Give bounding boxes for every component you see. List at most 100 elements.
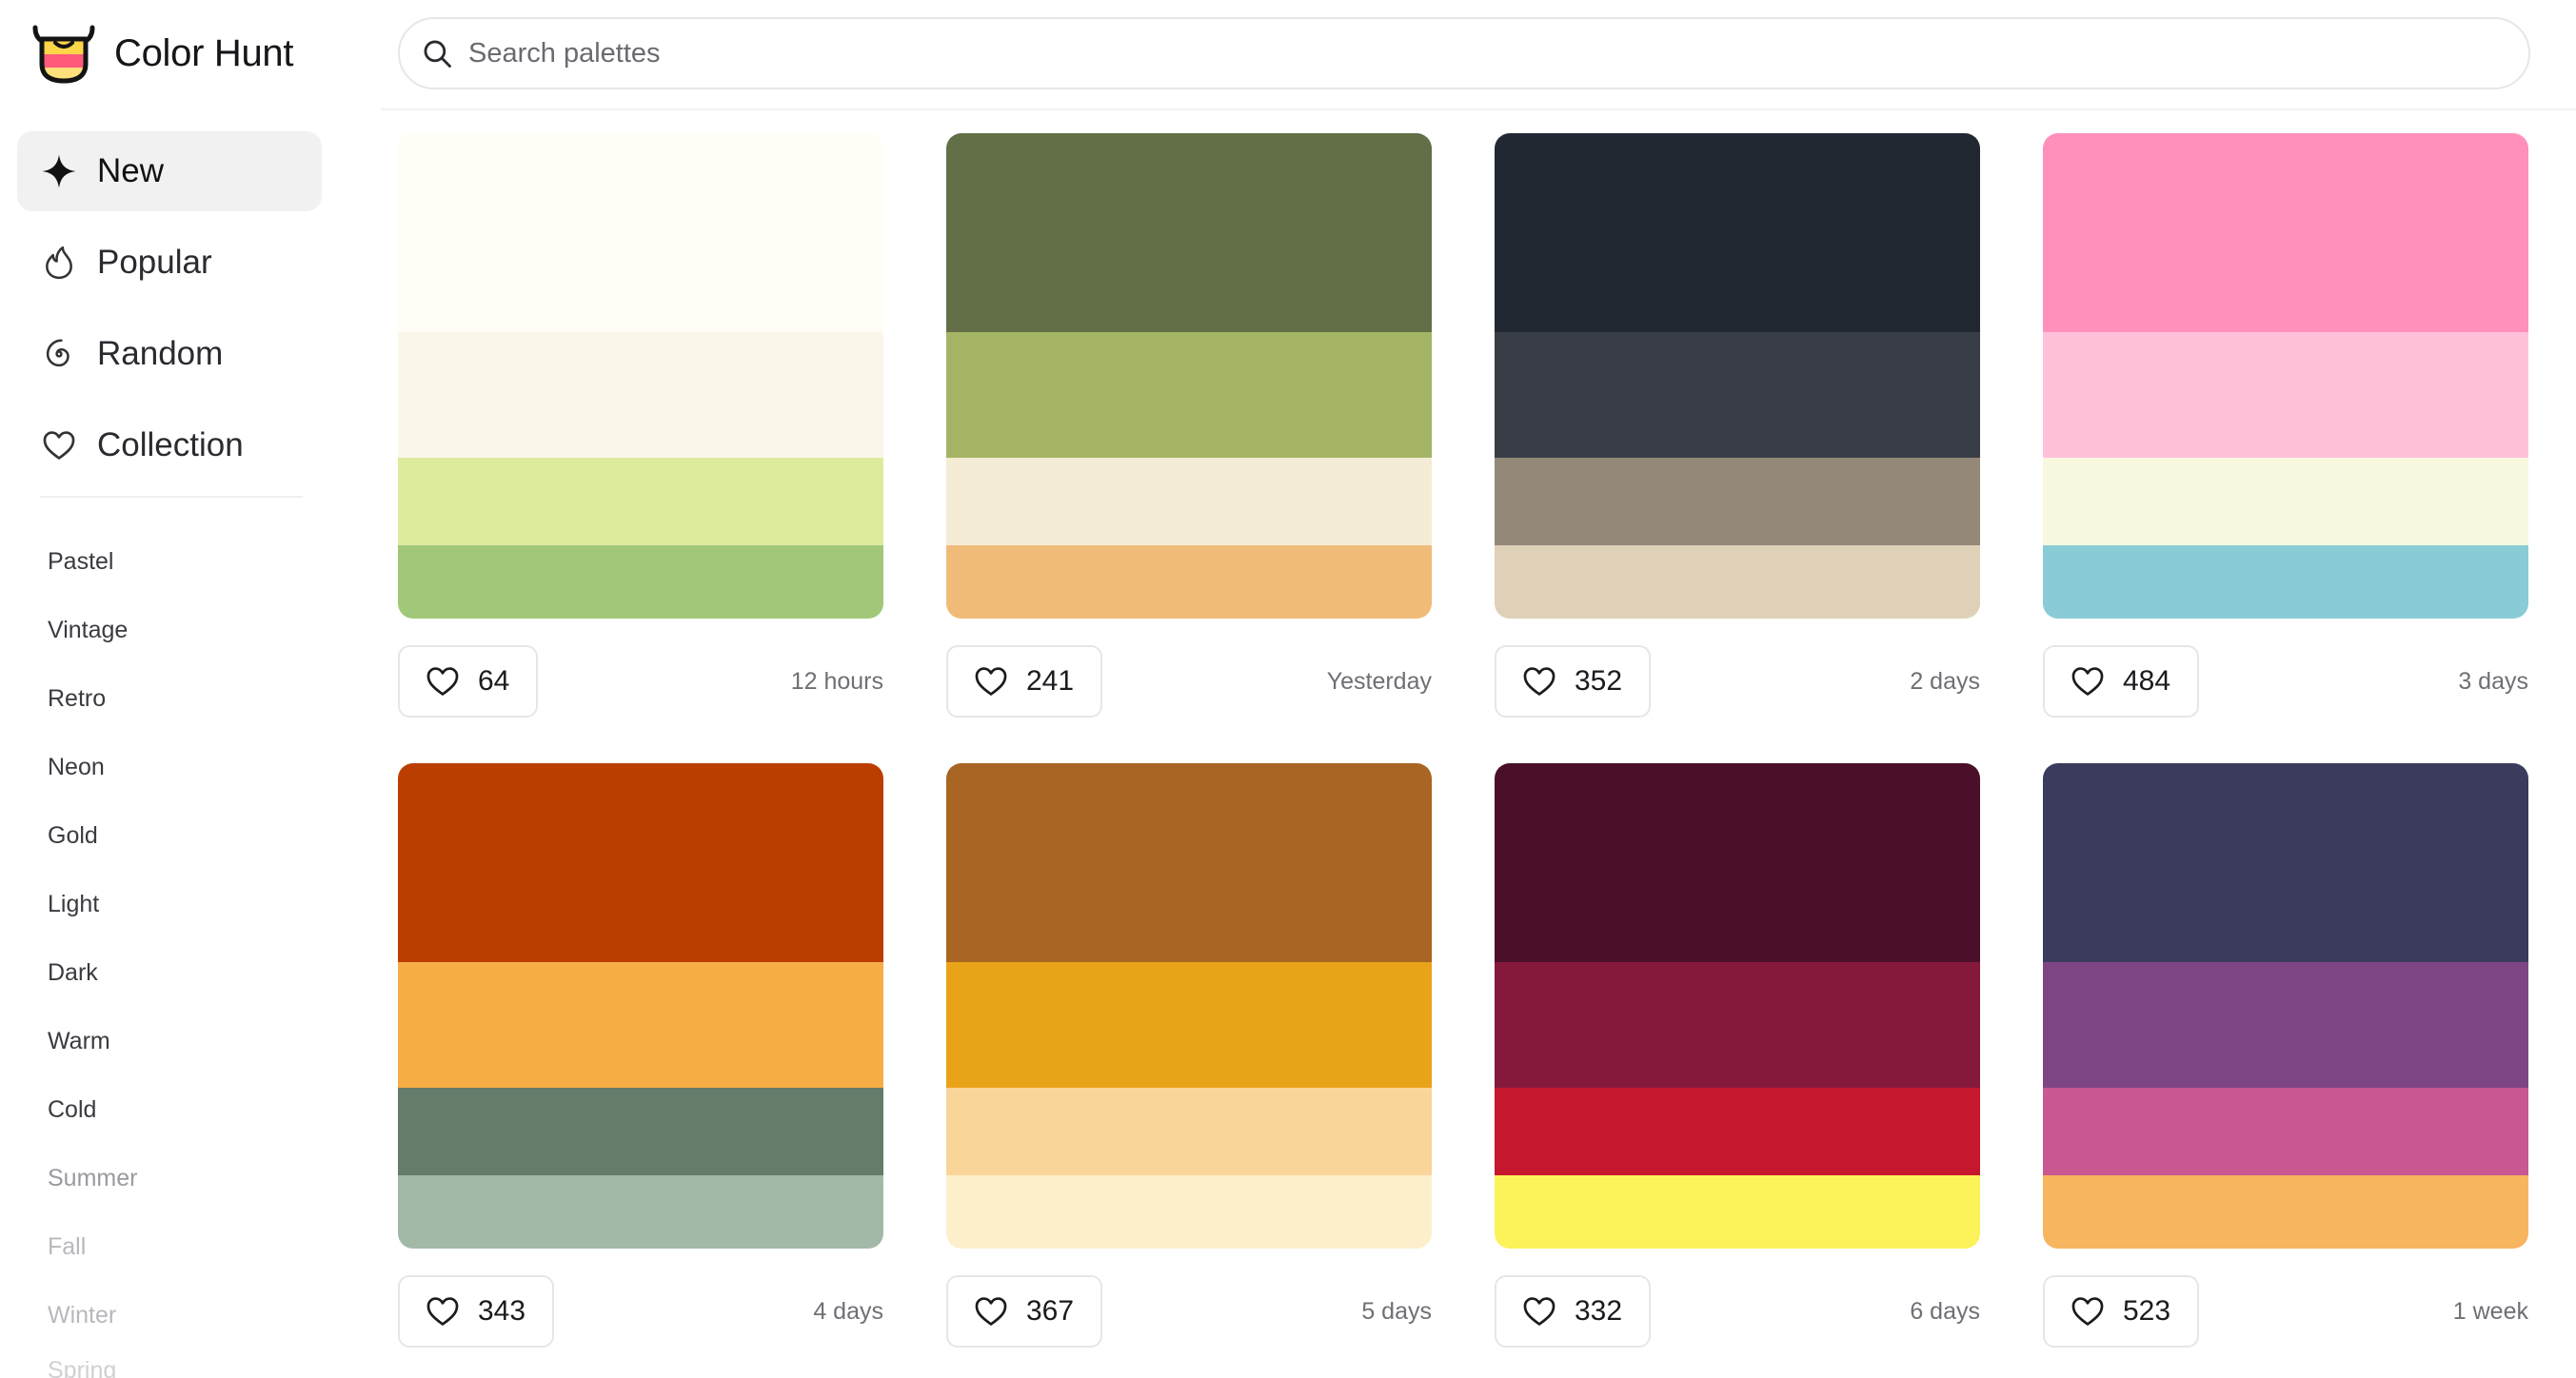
- palette-date: Yesterday: [1326, 667, 1432, 695]
- like-button[interactable]: 241: [946, 645, 1103, 718]
- color-swatch[interactable]: [946, 332, 1432, 458]
- like-count: 367: [1026, 1295, 1075, 1327]
- search-input[interactable]: [468, 37, 2467, 69]
- color-swatch[interactable]: [1495, 332, 1980, 458]
- like-count: 332: [1575, 1295, 1623, 1327]
- color-swatch[interactable]: [946, 962, 1432, 1088]
- nav-item-popular[interactable]: Popular: [17, 223, 322, 303]
- color-swatch[interactable]: [1495, 763, 1980, 962]
- like-button[interactable]: 367: [946, 1275, 1103, 1348]
- nav-label: New: [97, 152, 165, 189]
- like-button[interactable]: 484: [2043, 645, 2200, 718]
- sidebar-nav: New Popular Random Collection: [17, 131, 322, 497]
- palette[interactable]: [2043, 763, 2528, 1249]
- tag-neon[interactable]: Neon: [48, 733, 314, 801]
- color-swatch[interactable]: [2043, 1175, 2528, 1249]
- palette-date: 1 week: [2452, 1297, 2528, 1325]
- color-swatch[interactable]: [1495, 133, 1980, 332]
- palette-date: 3 days: [2458, 667, 2528, 695]
- color-swatch[interactable]: [2043, 332, 2528, 458]
- search-icon: [424, 40, 451, 68]
- palette[interactable]: [398, 763, 883, 1249]
- color-swatch[interactable]: [2043, 962, 2528, 1088]
- color-swatch[interactable]: [1495, 458, 1980, 545]
- palette[interactable]: [946, 763, 1432, 1249]
- nav-item-random[interactable]: Random: [17, 314, 322, 394]
- tag-vintage[interactable]: Vintage: [48, 596, 314, 664]
- palette-footer: 484 3 days: [2043, 645, 2528, 718]
- heart-icon: [975, 667, 1007, 696]
- tag-retro[interactable]: Retro: [48, 664, 314, 733]
- search-bar[interactable]: [398, 17, 2530, 89]
- color-swatch[interactable]: [398, 332, 883, 458]
- palette-card: 343 4 days: [398, 763, 883, 1348]
- like-button[interactable]: 64: [398, 645, 539, 718]
- color-swatch[interactable]: [398, 1175, 883, 1249]
- like-button[interactable]: 523: [2043, 1275, 2200, 1348]
- color-swatch[interactable]: [946, 1175, 1432, 1249]
- tag-dark[interactable]: Dark: [48, 938, 314, 1007]
- color-swatch[interactable]: [398, 133, 883, 332]
- palette[interactable]: [2043, 133, 2528, 619]
- tag-warm[interactable]: Warm: [48, 1007, 314, 1075]
- color-swatch[interactable]: [398, 545, 883, 619]
- heart-icon: [1523, 1297, 1556, 1326]
- header-divider: [381, 108, 2576, 110]
- nav-item-new[interactable]: New: [17, 131, 322, 211]
- tag-fall[interactable]: Fall: [48, 1212, 314, 1281]
- color-swatch[interactable]: [946, 1088, 1432, 1175]
- tag-cold[interactable]: Cold: [48, 1075, 314, 1144]
- color-swatch[interactable]: [2043, 458, 2528, 545]
- palette[interactable]: [946, 133, 1432, 619]
- spiral-icon: [40, 335, 78, 373]
- palette-card: 352 2 days: [1495, 133, 1980, 718]
- palette-footer: 523 1 week: [2043, 1275, 2528, 1348]
- palette[interactable]: [1495, 133, 1980, 619]
- color-swatch[interactable]: [398, 458, 883, 545]
- sidebar-divider: [40, 496, 303, 498]
- color-swatch[interactable]: [946, 545, 1432, 619]
- color-hunt-logo-icon: [32, 25, 95, 84]
- palette[interactable]: [398, 133, 883, 619]
- palette-date: 12 hours: [790, 667, 883, 695]
- like-count: 523: [2123, 1295, 2171, 1327]
- nav-item-collection[interactable]: Collection: [17, 405, 322, 485]
- like-count: 241: [1026, 665, 1075, 697]
- color-swatch[interactable]: [398, 763, 883, 962]
- color-swatch[interactable]: [946, 133, 1432, 332]
- tag-spring[interactable]: Spring: [48, 1349, 314, 1378]
- nav-label: Popular: [97, 244, 212, 281]
- palette[interactable]: [1495, 763, 1980, 1249]
- palette-card: 64 12 hours: [398, 133, 883, 718]
- tag-light[interactable]: Light: [48, 870, 314, 938]
- palette-card: 332 6 days: [1495, 763, 1980, 1348]
- color-swatch[interactable]: [946, 763, 1432, 962]
- color-swatch[interactable]: [398, 1088, 883, 1175]
- like-button[interactable]: 332: [1495, 1275, 1652, 1348]
- color-swatch[interactable]: [2043, 545, 2528, 619]
- color-swatch[interactable]: [2043, 133, 2528, 332]
- palette-date: 6 days: [1910, 1297, 1980, 1325]
- like-count: 484: [2123, 665, 2171, 697]
- like-button[interactable]: 352: [1495, 645, 1652, 718]
- palette-footer: 367 5 days: [946, 1275, 1432, 1348]
- tag-winter[interactable]: Winter: [48, 1281, 314, 1349]
- color-swatch[interactable]: [946, 458, 1432, 545]
- like-count: 352: [1575, 665, 1623, 697]
- tag-summer[interactable]: Summer: [48, 1144, 314, 1212]
- tag-pastel[interactable]: Pastel: [48, 527, 314, 596]
- palette-date: 4 days: [813, 1297, 883, 1325]
- palette-footer: 343 4 days: [398, 1275, 883, 1348]
- color-swatch[interactable]: [2043, 763, 2528, 962]
- like-count: 343: [478, 1295, 526, 1327]
- color-swatch[interactable]: [2043, 1088, 2528, 1175]
- color-swatch[interactable]: [398, 962, 883, 1088]
- tag-gold[interactable]: Gold: [48, 801, 314, 870]
- color-swatch[interactable]: [1495, 1175, 1980, 1249]
- color-swatch[interactable]: [1495, 962, 1980, 1088]
- color-swatch[interactable]: [1495, 1088, 1980, 1175]
- app-name: Color Hunt: [114, 31, 294, 74]
- logo[interactable]: Color Hunt: [32, 17, 294, 89]
- color-swatch[interactable]: [1495, 545, 1980, 619]
- like-button[interactable]: 343: [398, 1275, 555, 1348]
